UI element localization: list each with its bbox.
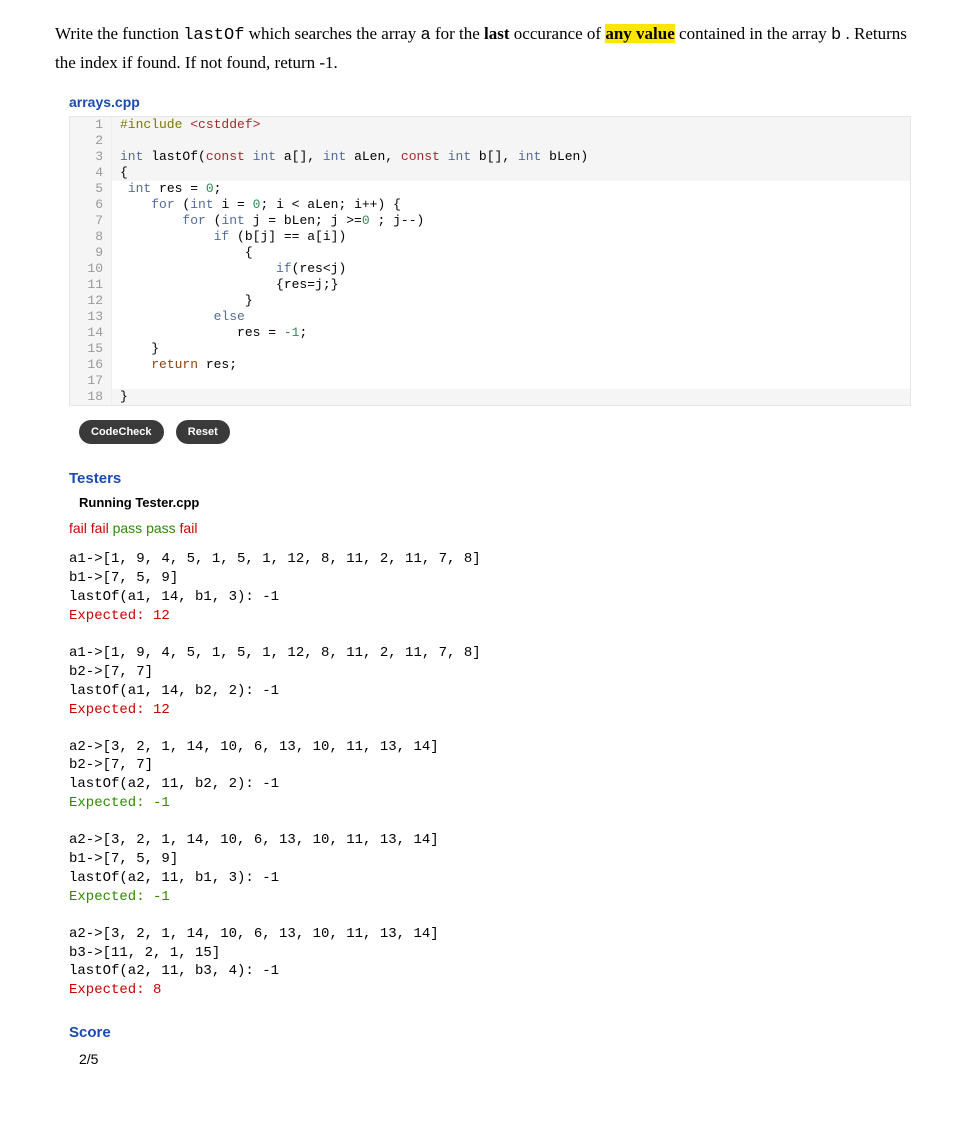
line-number: 16 (70, 357, 112, 373)
test-case: a2->[3, 2, 1, 14, 10, 6, 13, 10, 11, 13,… (69, 738, 911, 814)
test-line: b3->[11, 2, 1, 15] (69, 944, 911, 963)
result-fail: fail (69, 520, 91, 536)
test-line: lastOf(a2, 11, b1, 3): -1 (69, 869, 911, 888)
test-line: lastOf(a2, 11, b2, 2): -1 (69, 775, 911, 794)
line-number: 14 (70, 325, 112, 341)
result-pass: pass (113, 520, 146, 536)
highlight-any-value: any value (605, 24, 674, 43)
expected-line: Expected: -1 (69, 888, 911, 907)
test-line: b2->[7, 7] (69, 663, 911, 682)
line-number: 5 (70, 181, 112, 197)
code-line: int lastOf(const int a[], int aLen, cons… (112, 149, 910, 165)
test-line: a2->[3, 2, 1, 14, 10, 6, 13, 10, 11, 13,… (69, 831, 911, 850)
test-case: a2->[3, 2, 1, 14, 10, 6, 13, 10, 11, 13,… (69, 925, 911, 1001)
prompt-text: for the (435, 24, 484, 43)
code-editor[interactable]: 1#include <cstddef> 2 3int lastOf(const … (69, 116, 911, 406)
codecheck-button[interactable]: CodeCheck (79, 420, 164, 444)
line-number: 12 (70, 293, 112, 309)
test-line: b2->[7, 7] (69, 756, 911, 775)
result-pass: pass (146, 520, 179, 536)
code-line: } (112, 341, 910, 357)
expected-line: Expected: 8 (69, 981, 911, 1000)
expected-line: Expected: 12 (69, 607, 911, 626)
test-case: a2->[3, 2, 1, 14, 10, 6, 13, 10, 11, 13,… (69, 831, 911, 907)
code-line: if (b[j] == a[i]) (112, 229, 910, 245)
code-line: else (112, 309, 910, 325)
code-line: return res; (112, 357, 910, 373)
prompt-text: Write the function (55, 24, 183, 43)
test-case: a1->[1, 9, 4, 5, 1, 5, 1, 12, 8, 11, 2, … (69, 644, 911, 720)
code-line: for (int i = 0; i < aLen; i++) { (112, 197, 910, 213)
prompt-text: which searches the array (249, 24, 421, 43)
expected-line: Expected: 12 (69, 701, 911, 720)
code-line: } (112, 389, 910, 405)
code-line (112, 133, 910, 149)
expected-line: Expected: -1 (69, 794, 911, 813)
test-line: a1->[1, 9, 4, 5, 1, 5, 1, 12, 8, 11, 2, … (69, 550, 911, 569)
line-number: 7 (70, 213, 112, 229)
array-a: a (420, 26, 430, 45)
testers-title: Testers (69, 470, 911, 487)
line-number: 6 (70, 197, 112, 213)
test-case: a1->[1, 9, 4, 5, 1, 5, 1, 12, 8, 11, 2, … (69, 550, 911, 626)
results-summary: fail fail pass pass fail (69, 520, 911, 536)
prompt-text: contained in the array (679, 24, 831, 43)
code-line: res = -1; (112, 325, 910, 341)
line-number: 4 (70, 165, 112, 181)
running-label: Running Tester.cpp (79, 495, 911, 510)
result-fail: fail (91, 520, 113, 536)
result-fail: fail (180, 520, 198, 536)
line-number: 3 (70, 149, 112, 165)
test-line: b1->[7, 5, 9] (69, 850, 911, 869)
test-line: a2->[3, 2, 1, 14, 10, 6, 13, 10, 11, 13,… (69, 925, 911, 944)
array-b: b (831, 26, 841, 45)
line-number: 18 (70, 389, 112, 405)
line-number: 17 (70, 373, 112, 389)
fn-name: lastOf (183, 26, 244, 45)
prompt-text: occurance of (514, 24, 606, 43)
line-number: 10 (70, 261, 112, 277)
reset-button[interactable]: Reset (176, 420, 230, 444)
code-line: { (112, 165, 910, 181)
test-line: a1->[1, 9, 4, 5, 1, 5, 1, 12, 8, 11, 2, … (69, 644, 911, 663)
test-line: a2->[3, 2, 1, 14, 10, 6, 13, 10, 11, 13,… (69, 738, 911, 757)
code-line: if(res<j) (112, 261, 910, 277)
code-line: } (112, 293, 910, 309)
test-line: b1->[7, 5, 9] (69, 569, 911, 588)
code-line: #include <cstddef> (112, 117, 910, 133)
line-number: 8 (70, 229, 112, 245)
code-line: int res = 0; (112, 181, 910, 197)
code-line: for (int j = bLen; j >=0 ; j--) (112, 213, 910, 229)
word-last: last (484, 24, 510, 43)
line-number: 13 (70, 309, 112, 325)
test-line: lastOf(a2, 11, b3, 4): -1 (69, 962, 911, 981)
score-title: Score (69, 1024, 911, 1041)
test-output: a1->[1, 9, 4, 5, 1, 5, 1, 12, 8, 11, 2, … (69, 550, 911, 1000)
score-value: 2/5 (79, 1051, 911, 1067)
test-line: lastOf(a1, 14, b1, 3): -1 (69, 588, 911, 607)
line-number: 2 (70, 133, 112, 149)
line-number: 11 (70, 277, 112, 293)
code-line: {res=j;} (112, 277, 910, 293)
line-number: 15 (70, 341, 112, 357)
line-number: 1 (70, 117, 112, 133)
problem-prompt: Write the function lastOf which searches… (55, 20, 911, 76)
filename-label: arrays.cpp (69, 94, 911, 110)
line-number: 9 (70, 245, 112, 261)
test-line: lastOf(a1, 14, b2, 2): -1 (69, 682, 911, 701)
code-line (112, 373, 910, 389)
code-line: { (112, 245, 910, 261)
